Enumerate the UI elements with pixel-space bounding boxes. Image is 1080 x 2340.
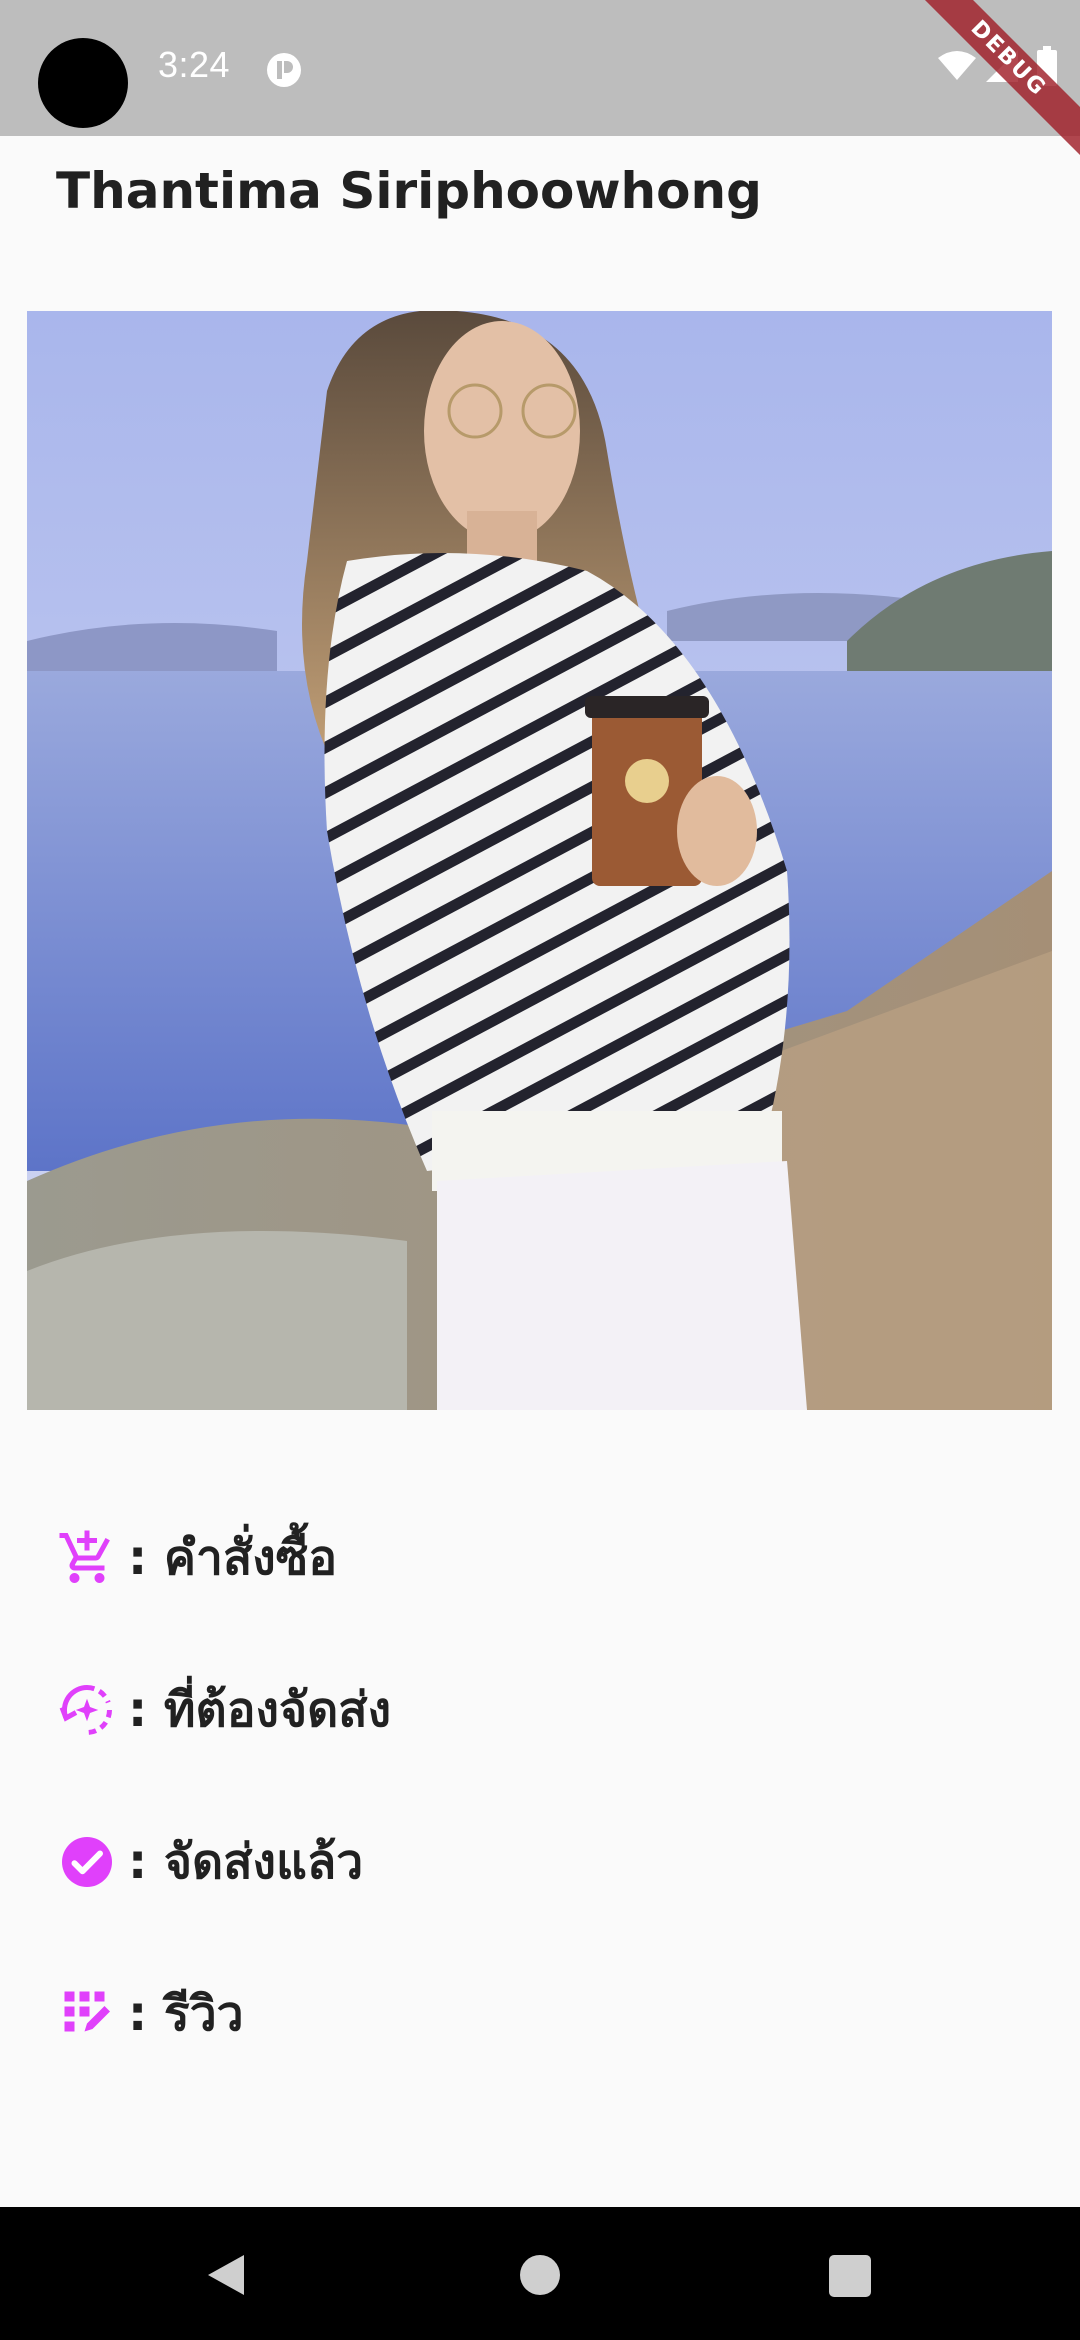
cart-plus-icon [56, 1527, 118, 1589]
menu-item-to-ship[interactable]: : ที่ต้องจัดส่ง [56, 1670, 756, 1750]
battery-icon [1036, 46, 1058, 86]
home-button[interactable] [520, 2255, 560, 2295]
app-screen: 3:24 DEBUG Thantima Siriphoowhong: คำสั… [0, 0, 1080, 2340]
profile-photo [27, 311, 1052, 1410]
system-nav-bar [0, 2207, 1080, 2340]
review-grid-icon [56, 1983, 118, 2045]
menu-item-shipped[interactable]: : จัดส่งแล้ว [56, 1822, 756, 1902]
menu-item-label: : จัดส่งแล้ว [128, 1834, 364, 1890]
wifi-icon [937, 50, 977, 82]
check-circle-icon [56, 1831, 118, 1893]
cell-signal-icon [984, 48, 1020, 84]
pending-sync-icon [56, 1679, 118, 1741]
recents-button[interactable] [829, 2255, 871, 2297]
back-button[interactable] [204, 2252, 248, 2298]
menu-item-reviews[interactable]: : รีวิว [56, 1974, 756, 2054]
status-bar: 3:24 [0, 0, 1080, 136]
menu-item-label: : คำสั่งซื้อ [128, 1530, 338, 1586]
menu-item-label: : ที่ต้องจัดส่ง [128, 1682, 392, 1738]
notification-app-icon [265, 51, 303, 89]
profile-name: Thantima Siriphoowhong [56, 162, 762, 220]
menu-item-label: : รีวิว [128, 1986, 244, 2042]
menu-item-orders[interactable]: : คำสั่งซื้อ [56, 1518, 756, 1598]
status-time: 3:24 [158, 44, 231, 85]
camera-cutout [38, 38, 128, 128]
